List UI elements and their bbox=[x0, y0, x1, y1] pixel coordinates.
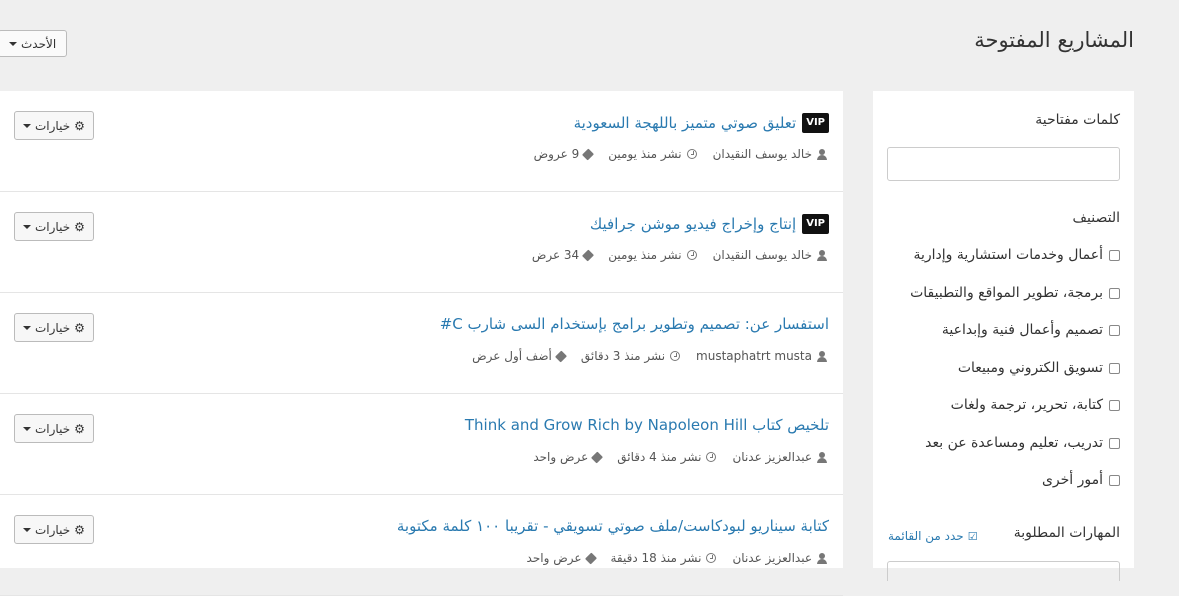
category-label-text: كتابة، تحرير، ترجمة ولغات bbox=[950, 397, 1103, 413]
project-author[interactable]: عبدالعزيز عدنان bbox=[732, 551, 812, 565]
category-label: التصنيف bbox=[1072, 210, 1120, 226]
user-icon bbox=[817, 350, 827, 362]
projects-list: VIP تعليق صوتي متميز باللهجة السعودية خا… bbox=[0, 91, 843, 596]
project-offers: عرض واحد bbox=[526, 551, 582, 565]
options-label: خيارات bbox=[35, 522, 71, 537]
options-label: خيارات bbox=[35, 320, 71, 335]
project-title-link[interactable]: تلخيص كتاب Think and Grow Rich by Napole… bbox=[465, 416, 829, 434]
options-button[interactable]: ⚙ خيارات bbox=[14, 111, 94, 140]
ticket-icon bbox=[554, 349, 567, 363]
user-icon bbox=[817, 552, 827, 564]
category-checkbox-other[interactable]: أمور أخرى bbox=[1042, 472, 1120, 488]
options-label: خيارات bbox=[35, 118, 71, 133]
vip-badge: VIP bbox=[802, 113, 829, 133]
checkbox[interactable] bbox=[1109, 362, 1120, 374]
page-title: المشاريع المفتوحة bbox=[974, 28, 1134, 52]
keywords-label: كلمات مفتاحية bbox=[1035, 112, 1120, 128]
project-time: نشر منذ 4 دقائق bbox=[617, 450, 702, 464]
project-author[interactable]: mustaphatrt musta bbox=[696, 349, 812, 363]
options-button[interactable]: ⚙ خيارات bbox=[14, 414, 94, 443]
options-label: خيارات bbox=[35, 219, 71, 234]
options-button[interactable]: ⚙ خيارات bbox=[14, 212, 94, 241]
category-checkbox-programming[interactable]: برمجة، تطوير المواقع والتطبيقات bbox=[910, 285, 1120, 301]
checkbox[interactable] bbox=[1109, 399, 1120, 411]
options-label: خيارات bbox=[35, 421, 71, 436]
checkbox[interactable] bbox=[1109, 287, 1120, 299]
project-offers: أضف أول عرض bbox=[472, 349, 552, 363]
ticket-icon bbox=[591, 450, 604, 464]
project-item: VIP إنتاج وإخراج فيديو موشن جرافيك خالد … bbox=[0, 192, 843, 293]
project-author[interactable]: خالد يوسف النقيدان bbox=[713, 248, 812, 262]
checkbox[interactable] bbox=[1109, 324, 1120, 336]
keywords-input[interactable] bbox=[887, 147, 1120, 181]
project-item: كتابة سيناريو لبودكاست/ملف صوتي تسويقي -… bbox=[0, 495, 843, 596]
user-icon bbox=[817, 249, 827, 261]
project-offers: 9 عروض bbox=[533, 147, 580, 161]
clock-icon bbox=[706, 452, 717, 462]
category-checkbox-marketing[interactable]: تسويق الكتروني ومبيعات bbox=[958, 360, 1120, 376]
caret-down-icon bbox=[23, 325, 31, 330]
project-author[interactable]: خالد يوسف النقيدان bbox=[713, 147, 812, 161]
caret-down-icon bbox=[23, 527, 31, 532]
caret-down-icon bbox=[23, 224, 31, 229]
sort-dropdown-button[interactable]: الأحدث bbox=[0, 30, 68, 57]
clock-icon bbox=[670, 351, 681, 361]
checkbox[interactable] bbox=[1109, 249, 1120, 261]
clock-icon bbox=[686, 149, 697, 159]
select-from-list-link[interactable]: ☑ حدد من القائمة bbox=[888, 529, 978, 543]
vip-badge: VIP bbox=[802, 214, 829, 234]
gear-icon: ⚙ bbox=[74, 522, 85, 537]
options-button[interactable]: ⚙ خيارات bbox=[14, 515, 94, 544]
select-from-list-label: حدد من القائمة bbox=[888, 529, 964, 543]
category-checkbox-consulting[interactable]: أعمال وخدمات استشارية وإدارية bbox=[913, 247, 1120, 263]
project-item: استفسار عن: تصميم وتطوير برامج بإستخدام … bbox=[0, 293, 843, 394]
ticket-icon bbox=[584, 551, 597, 565]
project-item: VIP تعليق صوتي متميز باللهجة السعودية خا… bbox=[0, 91, 843, 192]
filter-sidebar: كلمات مفتاحية التصنيف أعمال وخدمات استشا… bbox=[873, 91, 1134, 581]
category-checkbox-training[interactable]: تدريب، تعليم ومساعدة عن بعد bbox=[925, 435, 1120, 451]
clock-icon bbox=[706, 553, 717, 563]
check-square-icon: ☑ bbox=[967, 529, 978, 543]
ticket-icon bbox=[582, 147, 595, 161]
category-label-text: تدريب، تعليم ومساعدة عن بعد bbox=[925, 435, 1103, 451]
skills-input[interactable] bbox=[887, 561, 1120, 581]
project-time: نشر منذ يومين bbox=[608, 147, 682, 161]
caret-down-icon bbox=[23, 123, 31, 128]
user-icon bbox=[817, 451, 827, 463]
checkbox[interactable] bbox=[1109, 474, 1120, 486]
gear-icon: ⚙ bbox=[74, 320, 85, 335]
sort-label: الأحدث bbox=[21, 36, 57, 51]
project-time: نشر منذ يومين bbox=[608, 248, 682, 262]
project-time: نشر منذ 18 دقيقة bbox=[610, 551, 702, 565]
clock-icon bbox=[686, 250, 697, 260]
category-label-text: أمور أخرى bbox=[1041, 472, 1103, 488]
checkbox[interactable] bbox=[1109, 437, 1120, 449]
gear-icon: ⚙ bbox=[74, 421, 85, 436]
category-label-text: برمجة، تطوير المواقع والتطبيقات bbox=[910, 285, 1103, 301]
project-title-link[interactable]: استفسار عن: تصميم وتطوير برامج بإستخدام … bbox=[440, 315, 829, 333]
options-button[interactable]: ⚙ خيارات bbox=[14, 313, 94, 342]
gear-icon: ⚙ bbox=[74, 219, 85, 234]
gear-icon: ⚙ bbox=[74, 118, 85, 133]
category-checkbox-design[interactable]: تصميم وأعمال فنية وإبداعية bbox=[942, 322, 1120, 338]
user-icon bbox=[817, 148, 827, 160]
project-offers: عرض واحد bbox=[533, 450, 589, 464]
project-author[interactable]: عبدالعزيز عدنان bbox=[732, 450, 812, 464]
project-time: نشر منذ 3 دقائق bbox=[580, 349, 666, 363]
caret-down-icon bbox=[9, 41, 17, 46]
project-title-link[interactable]: كتابة سيناريو لبودكاست/ملف صوتي تسويقي -… bbox=[397, 517, 829, 535]
category-label-text: تسويق الكتروني ومبيعات bbox=[957, 360, 1103, 376]
project-title-link[interactable]: إنتاج وإخراج فيديو موشن جرافيك bbox=[590, 215, 796, 233]
category-checkbox-writing[interactable]: كتابة، تحرير، ترجمة ولغات bbox=[951, 397, 1120, 413]
project-title-link[interactable]: تعليق صوتي متميز باللهجة السعودية bbox=[574, 114, 797, 132]
category-label-text: أعمال وخدمات استشارية وإدارية bbox=[913, 247, 1103, 263]
caret-down-icon bbox=[23, 426, 31, 431]
project-offers: 34 عرض bbox=[531, 248, 580, 262]
category-label-text: تصميم وأعمال فنية وإبداعية bbox=[941, 322, 1103, 338]
skills-label: المهارات المطلوبة bbox=[1013, 525, 1120, 541]
ticket-icon bbox=[582, 248, 595, 262]
project-item: تلخيص كتاب Think and Grow Rich by Napole… bbox=[0, 394, 843, 495]
